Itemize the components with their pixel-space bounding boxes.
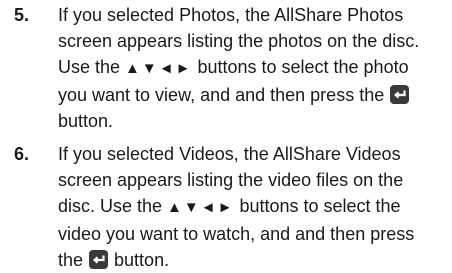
step-line: the button. bbox=[58, 247, 450, 273]
text-segment: Use the bbox=[58, 57, 126, 77]
enter-icon bbox=[390, 85, 410, 104]
step-line: If you selected Photos, the AllShare Pho… bbox=[58, 5, 404, 25]
step-line: screen appears listing the video files o… bbox=[58, 170, 404, 190]
text-segment: buttons to select the bbox=[234, 196, 401, 216]
text-segment: disc. Use the bbox=[58, 196, 168, 216]
text-segment: you want to view, and and then press the bbox=[58, 85, 390, 105]
step-line: screen appears listing the photos on the… bbox=[58, 31, 420, 51]
step-number: 6. bbox=[14, 144, 30, 164]
text-segment: the bbox=[58, 250, 89, 270]
enter-icon bbox=[89, 250, 109, 269]
step-line: you want to view, and and then press the bbox=[58, 82, 450, 108]
step-text: If you selected Videos, the AllShare Vid… bbox=[58, 141, 450, 273]
step-line: If you selected Videos, the AllShare Vid… bbox=[58, 144, 401, 164]
text-segment: button. bbox=[109, 250, 170, 270]
step-text: If you selected Photos, the AllShare Pho… bbox=[58, 2, 450, 134]
step-number: 5. bbox=[14, 5, 30, 25]
arrow-buttons-glyphs: ▲▼◄► bbox=[167, 199, 235, 216]
step-line: disc. Use the ▲▼◄► buttons to select the bbox=[58, 193, 450, 221]
text-segment: buttons to select the photo bbox=[192, 57, 409, 77]
step-line: Use the ▲▼◄► buttons to select the photo bbox=[58, 54, 450, 82]
step-line: video you want to watch, and and then pr… bbox=[58, 224, 415, 244]
step-line: button. bbox=[58, 111, 114, 131]
arrow-buttons-glyphs: ▲▼◄► bbox=[125, 60, 193, 77]
